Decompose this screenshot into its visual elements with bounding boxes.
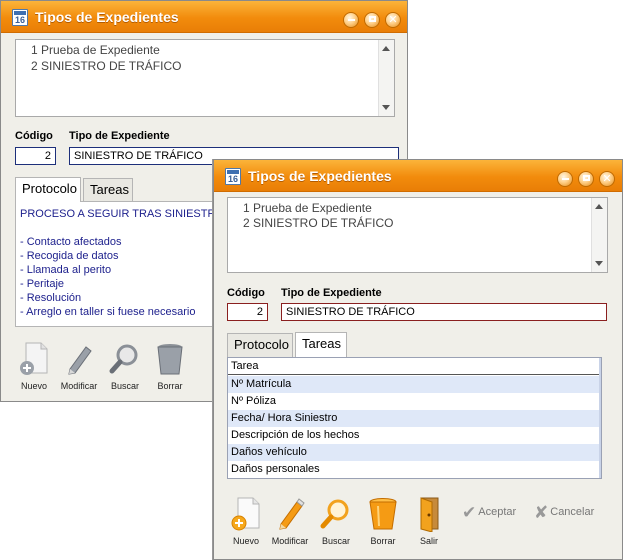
- protocol-line: - Arreglo en taller si fuese necesario: [20, 306, 196, 318]
- nuevo-button[interactable]: Nuevo: [223, 496, 269, 548]
- list-item[interactable]: 1 Prueba de Expediente: [243, 201, 372, 215]
- tab-protocolo[interactable]: Protocolo: [227, 333, 293, 357]
- pencil-icon: [279, 498, 305, 530]
- borrar-label: Borrar: [157, 381, 183, 391]
- nuevo-button[interactable]: Nuevo: [11, 341, 57, 393]
- protocol-line: - Recogida de datos: [20, 250, 119, 262]
- protocol-line: PROCESO A SEGUIR TRAS SINIESTRO: [20, 208, 224, 220]
- protocol-line: - Contacto afectados: [20, 236, 122, 248]
- calendar-icon: 16: [12, 9, 28, 26]
- calendar-icon: 16: [225, 168, 241, 185]
- scroll-up-icon[interactable]: [382, 46, 390, 51]
- nuevo-label: Nuevo: [20, 381, 47, 391]
- buscar-button[interactable]: Buscar: [102, 341, 148, 393]
- grid-scrollbar[interactable]: [599, 358, 601, 478]
- borrar-button[interactable]: Borrar: [360, 496, 406, 548]
- cancelar-button[interactable]: ✘ Cancelar: [534, 503, 594, 523]
- minimize-icon: [347, 19, 355, 21]
- minimize-icon: [561, 178, 569, 180]
- buscar-label: Buscar: [110, 381, 139, 391]
- table-row[interactable]: Nº Póliza: [228, 393, 601, 410]
- close-button[interactable]: ✕: [599, 171, 615, 187]
- pencil-icon: [68, 346, 92, 375]
- modificar-button[interactable]: Modificar: [56, 341, 102, 393]
- protocol-line: - Peritaje: [20, 278, 65, 290]
- list-scrollbar[interactable]: [591, 198, 607, 272]
- modificar-label: Modificar: [60, 381, 98, 391]
- expedientes-list[interactable]: 1 Prueba de Expediente 2 SINIESTRO DE TR…: [227, 197, 608, 273]
- tipos-expedientes-window-front: 16 Tipos de Expedientes ✕ 1 Prueba de Ex…: [213, 159, 623, 560]
- codigo-field[interactable]: 2: [15, 147, 56, 165]
- tab-tareas[interactable]: Tareas: [295, 332, 347, 357]
- door-exit-icon: [420, 497, 439, 533]
- window-title: Tipos de Expedientes: [248, 168, 392, 184]
- magnifier-icon: [320, 499, 349, 529]
- scroll-up-icon[interactable]: [595, 204, 603, 209]
- minimize-button[interactable]: [557, 171, 573, 187]
- title-bar[interactable]: 16 Tipos de Expedientes ✕: [1, 1, 407, 33]
- tipo-expediente-label: Tipo de Expediente: [281, 287, 382, 299]
- maximize-button[interactable]: [578, 171, 594, 187]
- list-item[interactable]: 1 Prueba de Expediente: [31, 43, 160, 57]
- salir-button[interactable]: Salir: [406, 496, 452, 548]
- minimize-button[interactable]: [343, 12, 359, 28]
- table-row[interactable]: Descripción de los hechos: [228, 427, 601, 444]
- maximize-button[interactable]: [364, 12, 380, 28]
- list-item[interactable]: 2 SINIESTRO DE TRÁFICO: [243, 216, 393, 230]
- list-scrollbar[interactable]: [378, 40, 394, 116]
- window-title: Tipos de Expedientes: [35, 9, 179, 25]
- protocol-line: - Llamada al perito: [20, 264, 112, 276]
- scroll-down-icon[interactable]: [382, 105, 390, 110]
- aceptar-label: Aceptar: [478, 506, 517, 518]
- buscar-label: Buscar: [321, 536, 350, 546]
- checkmark-icon: ✔: [462, 503, 477, 522]
- table-row[interactable]: Daños personales: [228, 461, 601, 478]
- tab-tareas[interactable]: Tareas: [83, 178, 133, 202]
- tab-protocolo[interactable]: Protocolo: [15, 177, 81, 202]
- modificar-label: Modificar: [271, 536, 309, 546]
- nuevo-label: Nuevo: [232, 536, 259, 546]
- list-item[interactable]: 2 SINIESTRO DE TRÁFICO: [31, 59, 181, 73]
- maximize-icon: [582, 175, 590, 181]
- codigo-label: Código: [227, 287, 265, 299]
- close-button[interactable]: ✕: [385, 12, 401, 28]
- new-document-icon: [20, 342, 48, 375]
- table-row[interactable]: Fecha/ Hora Siniestro: [228, 410, 601, 427]
- tipo-expediente-label: Tipo de Expediente: [69, 130, 170, 142]
- cancelar-label: Cancelar: [550, 506, 595, 518]
- bucket-icon: [369, 498, 397, 530]
- salir-label: Salir: [419, 536, 438, 546]
- maximize-icon: [368, 16, 376, 22]
- codigo-field[interactable]: 2: [227, 303, 268, 321]
- modificar-button[interactable]: Modificar: [267, 496, 313, 548]
- close-icon: ✕: [388, 14, 398, 26]
- magnifier-icon: [109, 344, 138, 374]
- cross-icon: ✘: [534, 503, 549, 522]
- tareas-grid[interactable]: Tarea Nº Matrícula Nº Póliza Fecha/ Hora…: [227, 357, 602, 479]
- scroll-down-icon[interactable]: [595, 261, 603, 266]
- close-icon: ✕: [602, 173, 612, 185]
- table-row[interactable]: Nº Matrícula: [228, 376, 601, 393]
- protocol-line: - Resolución: [20, 292, 82, 304]
- title-bar[interactable]: 16 Tipos de Expedientes ✕: [214, 160, 622, 192]
- tipo-expediente-field[interactable]: SINIESTRO DE TRÁFICO: [281, 303, 607, 321]
- codigo-label: Código: [15, 130, 53, 142]
- table-row[interactable]: Daños vehículo: [228, 444, 601, 461]
- grid-header-tarea[interactable]: Tarea: [228, 358, 601, 375]
- borrar-label: Borrar: [370, 536, 396, 546]
- trash-icon: [157, 344, 183, 375]
- buscar-button[interactable]: Buscar: [313, 496, 359, 548]
- expedientes-list[interactable]: 1 Prueba de Expediente 2 SINIESTRO DE TR…: [15, 39, 395, 117]
- new-document-icon: [231, 497, 260, 531]
- aceptar-button[interactable]: ✔ Aceptar: [462, 503, 516, 523]
- borrar-button[interactable]: Borrar: [147, 341, 193, 393]
